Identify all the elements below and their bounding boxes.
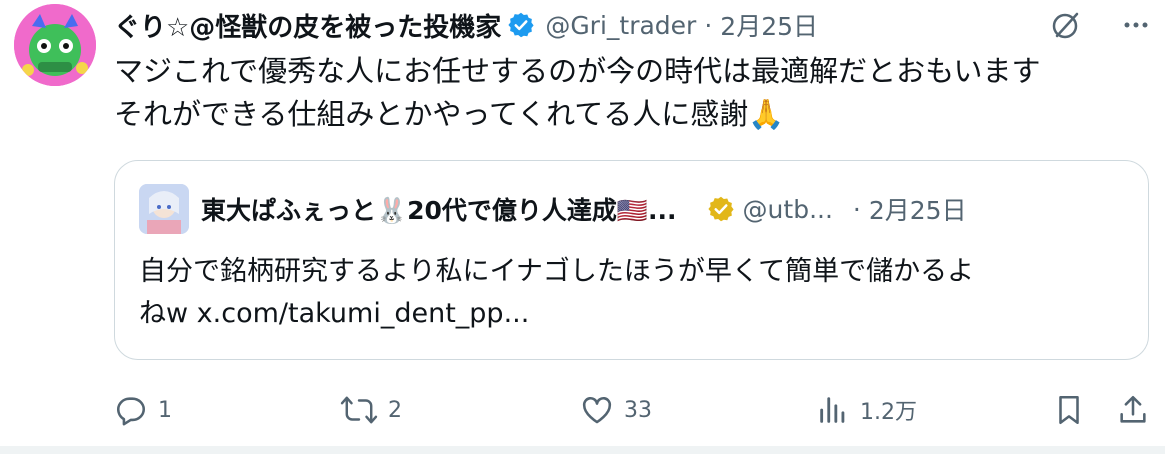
views-count: 1.2万	[860, 400, 917, 425]
share-button[interactable]	[1116, 388, 1150, 432]
like-button[interactable]: 33	[580, 388, 652, 432]
reply-button[interactable]: 1	[114, 388, 172, 432]
grok-icon[interactable]	[1049, 8, 1083, 42]
reply-icon	[114, 393, 148, 427]
reply-count: 1	[158, 397, 172, 423]
quoted-tweet-text: 自分で銘柄研究するより私にイナゴしたほうが早くて簡単で儲かるよ ねw x.com/…	[139, 251, 1129, 335]
quoted-author-name[interactable]: 東大ぱふぇっと🐰20代で億り人達成🇺🇸...	[201, 191, 677, 227]
author-name[interactable]: ぐり☆@怪獣の皮を被った投機家	[114, 7, 501, 44]
like-icon	[580, 393, 614, 427]
share-icon	[1116, 393, 1150, 427]
quoted-tweet-header: 東大ぱふぇっと🐰20代で億り人達成🇺🇸... @utb... · 2月25日	[139, 184, 967, 234]
top-right-actions	[1049, 8, 1149, 42]
separator-dot: ·	[852, 194, 861, 224]
tweet-text: マジこれで優秀な人にお任せするのが今の時代は最適解だとおもいます それができる仕組…	[114, 50, 1144, 136]
verified-badge-icon[interactable]	[707, 195, 735, 223]
action-bar: 1 2 33 1.2万	[114, 388, 1154, 432]
quoted-tweet-card[interactable]: 東大ぱふぇっと🐰20代で億り人達成🇺🇸... @utb... · 2月25日 自…	[114, 160, 1149, 360]
tweet-date[interactable]: 2月25日	[720, 7, 818, 43]
views-button[interactable]: 1.2万	[816, 388, 917, 432]
author-handle[interactable]: @Gri_trader	[545, 11, 696, 40]
like-count: 33	[624, 397, 652, 423]
tweet-text-line: それができる仕組みとかやってくれてる人に感謝🙏	[114, 97, 785, 131]
retweet-count: 2	[388, 397, 402, 423]
bookmark-button[interactable]	[1052, 388, 1086, 432]
quoted-author-handle[interactable]: @utb...	[743, 195, 833, 224]
views-icon	[816, 393, 850, 427]
divider	[0, 446, 1165, 454]
quoted-author-avatar[interactable]	[139, 184, 189, 234]
more-icon[interactable]	[1123, 12, 1149, 38]
retweet-icon	[340, 393, 378, 427]
tweet-text-line: マジこれで優秀な人にお任せするのが今の時代は最適解だとおもいます	[114, 54, 1041, 88]
quoted-tweet-date[interactable]: 2月25日	[869, 191, 967, 227]
author-avatar[interactable]	[14, 4, 96, 86]
bookmark-icon	[1052, 393, 1086, 427]
separator-dot: ·	[704, 10, 713, 40]
verified-badge-icon[interactable]	[507, 11, 535, 39]
retweet-button[interactable]: 2	[340, 388, 402, 432]
tweet-header: ぐり☆@怪獣の皮を被った投機家 @Gri_trader · 2月25日	[114, 6, 818, 44]
quoted-text-line: 自分で銘柄研究するより私にイナゴしたほうが早くて簡単で儲かるよ	[139, 256, 975, 287]
quoted-text-line: ねw x.com/takumi_dent_pp...	[139, 298, 530, 329]
